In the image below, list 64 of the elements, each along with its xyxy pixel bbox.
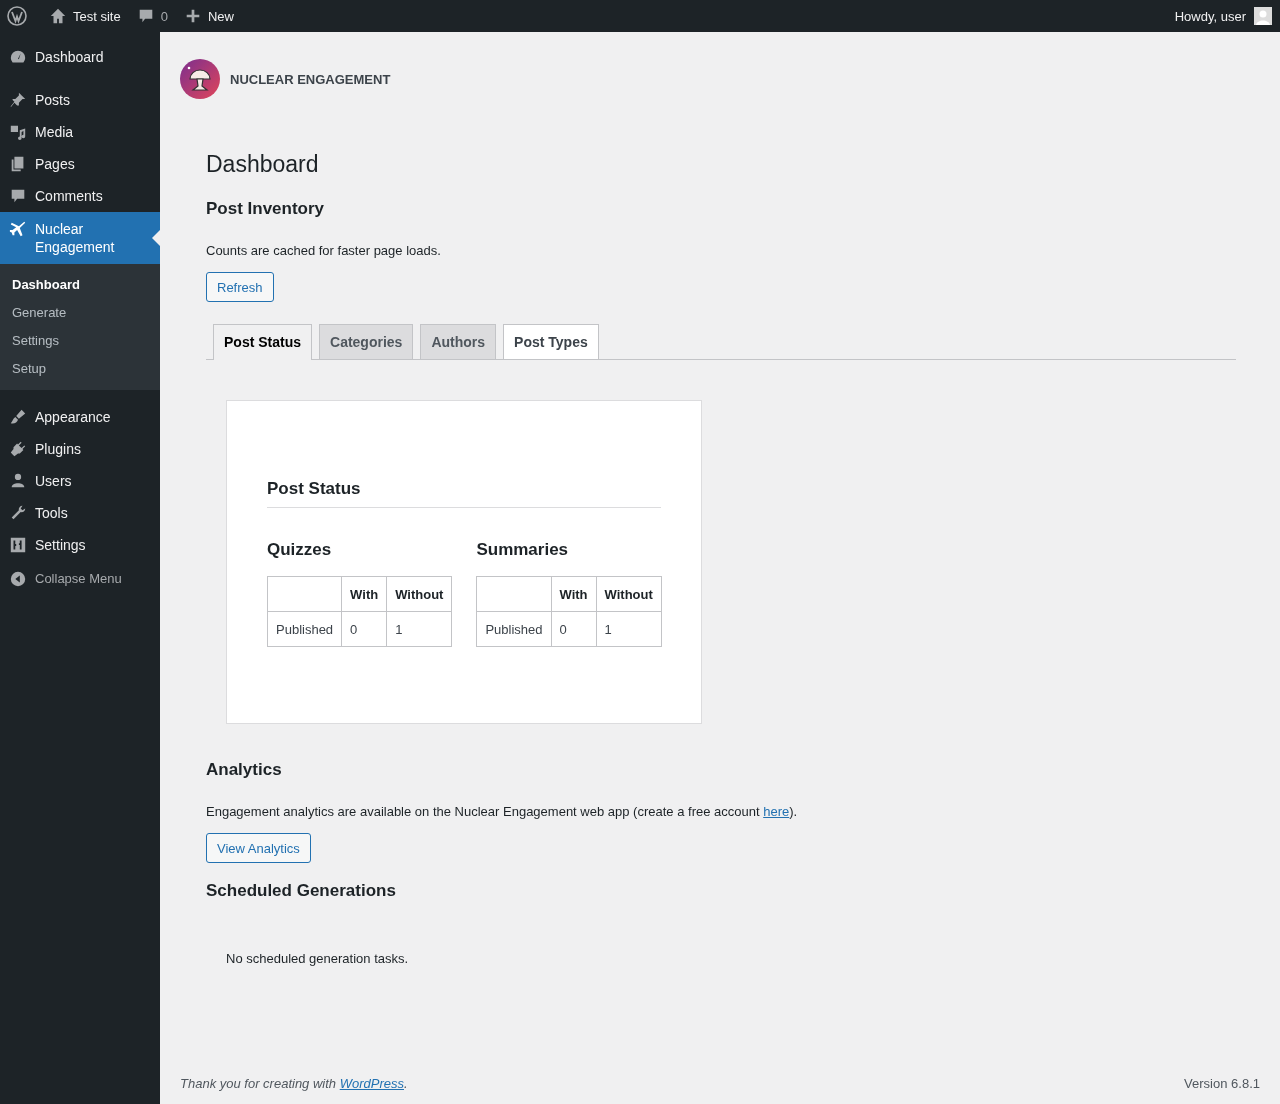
submenu-item[interactable]: Dashboard xyxy=(0,271,160,299)
tab[interactable]: Post Types xyxy=(503,324,599,359)
version-text: Version 6.8.1 xyxy=(1184,1076,1260,1091)
table-cell: 0 xyxy=(551,611,597,647)
wordpress-logo-icon[interactable] xyxy=(7,6,27,26)
comments-link[interactable]: 0 xyxy=(128,0,176,32)
table-cell: 1 xyxy=(386,611,452,647)
analytics-text: Engagement analytics are available on the Nuclear Engagement web app (create a free account here). xyxy=(206,804,799,819)
media-icon xyxy=(9,123,27,141)
view-analytics-button[interactable]: View Analytics xyxy=(206,833,311,863)
here-link[interactable]: here xyxy=(763,804,790,819)
menu-item[interactable]: Tools xyxy=(0,497,160,529)
airplane-icon xyxy=(9,220,27,238)
wrench-icon xyxy=(9,504,27,522)
collapse-menu-button[interactable]: Collapse Menu xyxy=(0,563,160,595)
menu-item[interactable]: Media xyxy=(0,116,160,148)
table-cell: 0 xyxy=(341,611,387,647)
new-link[interactable]: New xyxy=(175,0,242,32)
menu-item[interactable]: Posts xyxy=(0,84,160,116)
submenu-item[interactable]: Settings xyxy=(0,327,160,355)
paintbrush-icon xyxy=(9,408,27,426)
footer-thanks: Thank you for creating with WordPress. xyxy=(180,1076,408,1091)
tab[interactable]: Authors xyxy=(420,324,497,359)
column-header: Without xyxy=(596,576,662,612)
submenu-item[interactable]: Setup xyxy=(0,355,160,383)
user-icon xyxy=(9,472,27,490)
speech-bubble-icon xyxy=(9,187,27,205)
mushroom-cloud-logo-icon xyxy=(180,59,220,99)
menu-item[interactable]: Settings xyxy=(0,529,160,561)
menu-item[interactable]: Users xyxy=(0,465,160,497)
tab[interactable]: Categories xyxy=(319,324,414,359)
site-link[interactable]: Test site xyxy=(41,0,129,32)
table-title: Summaries xyxy=(476,540,570,560)
column-header: With xyxy=(551,576,597,612)
home-icon xyxy=(49,7,67,25)
menu-item[interactable]: Plugins xyxy=(0,433,160,465)
menu-item[interactable]: Comments xyxy=(0,180,160,212)
column-header: Without xyxy=(386,576,452,612)
panel-title: Post Status xyxy=(267,479,661,508)
menu-item[interactable]: Pages xyxy=(0,148,160,180)
table-cell: 1 xyxy=(596,611,662,647)
pushpin-icon xyxy=(9,91,27,109)
plugin-name: NUCLEAR ENGAGEMENT xyxy=(230,71,391,87)
plug-icon xyxy=(9,440,27,458)
menu-item[interactable]: Appearance xyxy=(0,401,160,433)
row-label-cell: Published xyxy=(267,611,342,647)
refresh-button[interactable]: Refresh xyxy=(206,272,274,302)
submenu-item[interactable]: Generate xyxy=(0,299,160,327)
menu-item[interactable]: Nuclear Engagement xyxy=(0,212,160,264)
account-link[interactable]: Howdy, user xyxy=(1166,0,1280,32)
cache-note: Counts are cached for faster page loads. xyxy=(206,243,442,258)
section-heading: Scheduled Generations xyxy=(206,881,397,901)
page-title: Dashboard xyxy=(206,151,320,178)
sliders-icon xyxy=(9,536,27,554)
table-title: Quizzes xyxy=(267,540,333,560)
empty-message: No scheduled generation tasks. xyxy=(226,951,410,966)
row-label-cell: Published xyxy=(476,611,551,647)
column-header: With xyxy=(341,576,387,612)
avatar-icon xyxy=(1254,7,1272,25)
menu-item[interactable]: Dashboard xyxy=(0,41,160,73)
tab[interactable]: Post Status xyxy=(213,324,312,360)
section-heading: Post Inventory xyxy=(206,199,326,219)
section-heading: Analytics xyxy=(206,760,283,780)
wordpress-link[interactable]: WordPress xyxy=(339,1076,404,1091)
